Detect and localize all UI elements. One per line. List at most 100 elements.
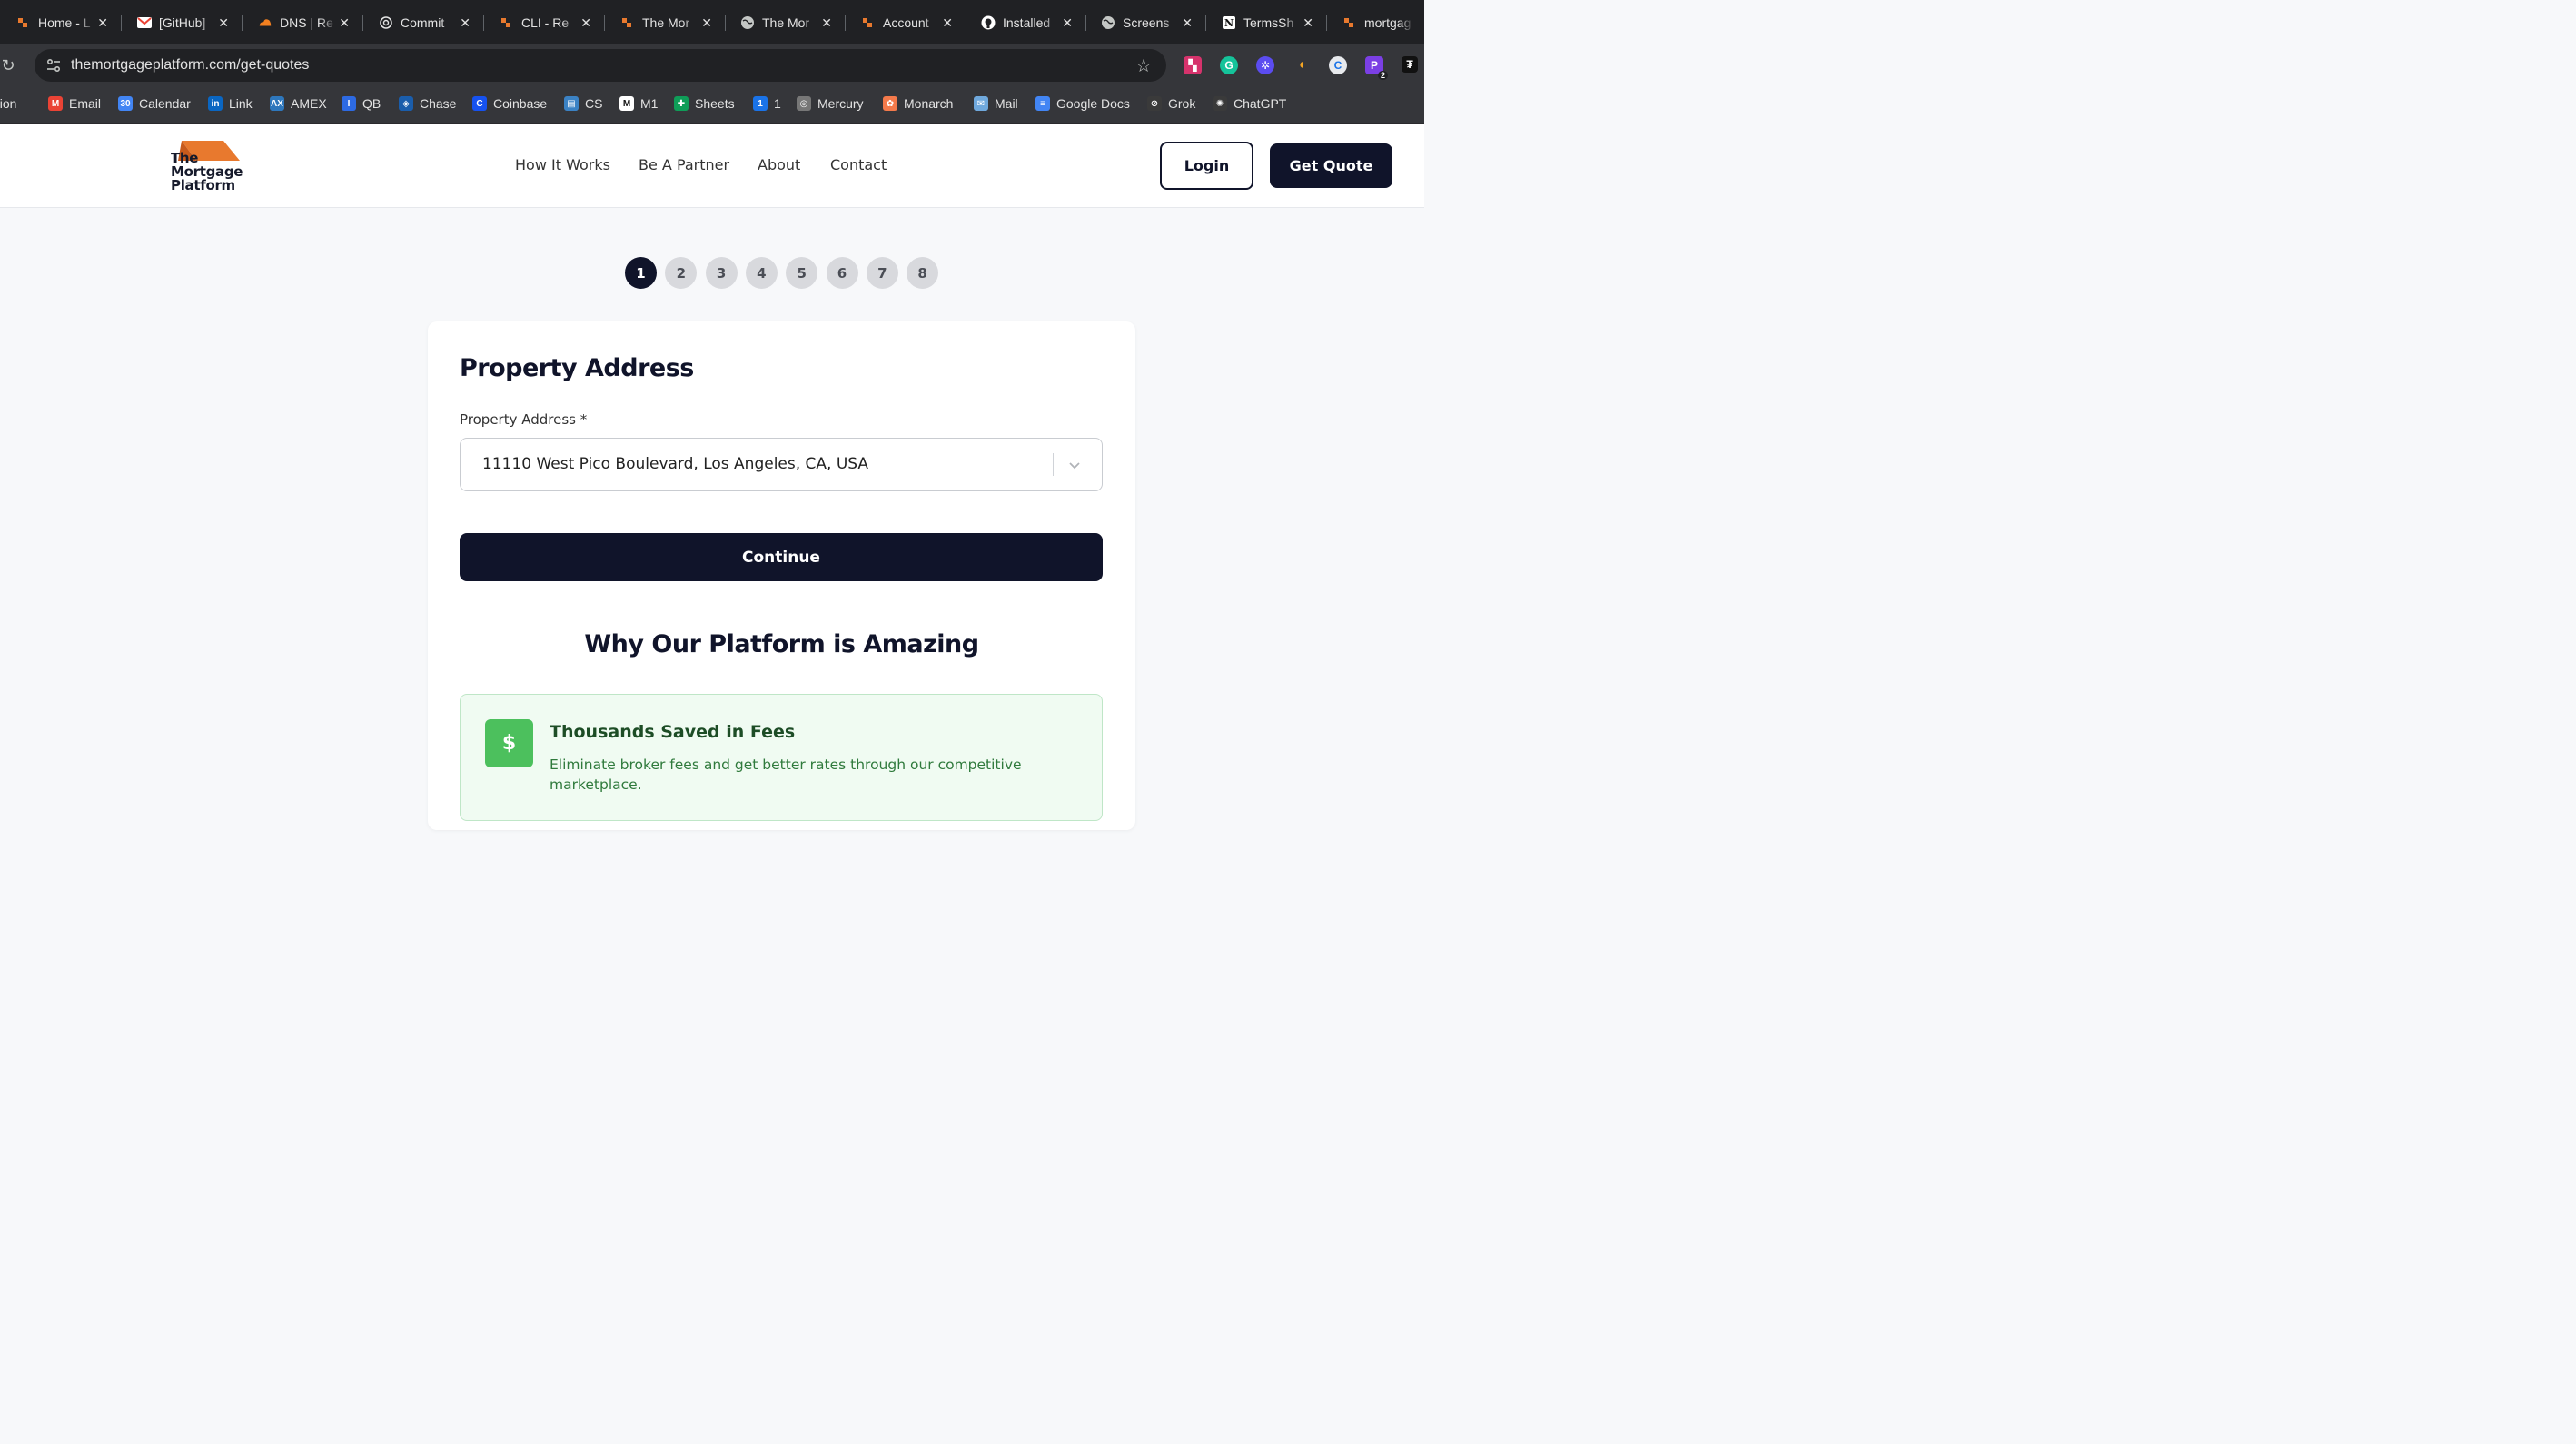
close-tab-icon[interactable]: ✕ [579, 15, 593, 31]
browser-tab[interactable]: The Mor ✕ [724, 5, 845, 40]
step-2[interactable]: 2 [665, 257, 698, 289]
nav-contact[interactable]: Contact [830, 156, 887, 173]
close-tab-icon[interactable]: ✕ [1180, 15, 1194, 31]
tab-title: The Mor [642, 15, 690, 30]
browser-tab[interactable]: Commit ✕ [362, 5, 483, 40]
nav-how-it-works[interactable]: How It Works [515, 156, 610, 173]
bookmark-grok[interactable]: ⊘ Grok [1147, 96, 1195, 111]
bookmark-calendar[interactable]: 30 Calendar [118, 96, 191, 111]
logo-line: Platform [171, 177, 235, 193]
tab-title: mortgag [1364, 15, 1412, 30]
mail-icon: ✉ [974, 96, 988, 111]
bookmark-notion[interactable]: Notion [0, 96, 16, 111]
globe-icon [740, 15, 755, 30]
chevron-down-icon[interactable] [1067, 458, 1082, 472]
address-bar[interactable]: themortgageplatform.com/get-quotes ☆ [35, 49, 1166, 82]
nav-about[interactable]: About [758, 156, 800, 173]
bookmark-label: Monarch [904, 96, 954, 111]
bookmark-amex[interactable]: AX AMEX [270, 96, 327, 111]
bookmark-mail[interactable]: ✉ Mail [974, 96, 1018, 111]
quote-form-card: Property Address Property Address * 1111… [428, 321, 1135, 830]
step-3[interactable]: 3 [705, 257, 738, 289]
mercury-icon: ◎ [797, 96, 811, 111]
linkedin-icon: in [208, 96, 223, 111]
bookmark-m1[interactable]: M M1 [619, 96, 658, 111]
site-logo[interactable]: The Mortgage Platform [169, 141, 243, 193]
extension-icon[interactable]: C [1329, 56, 1347, 74]
tab-title: Installed [1003, 15, 1051, 30]
bookmark-mercury[interactable]: ◎ Mercury [797, 96, 864, 111]
browser-tab[interactable]: N TermsSh ✕ [1205, 5, 1326, 40]
close-tab-icon[interactable]: ✕ [216, 15, 231, 31]
extension-icon[interactable]: ▚ [1184, 56, 1202, 74]
reload-icon[interactable]: ↻ [0, 56, 16, 75]
url-text[interactable]: themortgageplatform.com/get-quotes [71, 57, 309, 74]
browser-tab[interactable]: DNS | Re ✕ [242, 5, 362, 40]
bookmark-qb[interactable]: I QB [342, 96, 381, 111]
site-header: The Mortgage Platform How It Works Be A … [0, 124, 1424, 208]
close-tab-icon[interactable]: ✕ [1060, 15, 1075, 31]
bookmarks-bar: Notion M Email 30 Calendar in Link AX AMEX I QB ◈ Ch… [0, 87, 1424, 124]
orange-logo-icon [500, 15, 514, 30]
browser-tab[interactable]: CLI - Re ✕ [483, 5, 604, 40]
logo-text: The Mortgage Platform [171, 152, 243, 193]
step-6[interactable]: 6 [826, 257, 858, 289]
close-tab-icon[interactable]: ✕ [819, 15, 834, 31]
bookmark-star-icon[interactable]: ☆ [1135, 54, 1152, 77]
why-section-title: Why Our Platform is Amazing [584, 630, 979, 658]
orange-logo-icon [16, 15, 31, 30]
bookmark-sheets[interactable]: ✚ Sheets [674, 96, 735, 111]
continue-button[interactable]: Continue [460, 533, 1103, 581]
bookmark-monarch[interactable]: ✿ Monarch [883, 96, 953, 111]
bookmark-chatgpt[interactable]: ✺ ChatGPT [1213, 96, 1286, 111]
address-select[interactable]: 11110 West Pico Boulevard, Los Angeles, … [460, 438, 1103, 491]
browser-tab[interactable]: Installed ✕ [965, 5, 1085, 40]
close-tab-icon[interactable]: ✕ [699, 15, 714, 31]
bookmark-cs[interactable]: ▤ CS [564, 96, 602, 111]
grammarly-icon[interactable]: G [1220, 56, 1238, 74]
browser-tab[interactable]: [GitHub] ✕ [121, 5, 242, 40]
bookmark-coinbase[interactable]: C Coinbase [472, 96, 547, 111]
nav-be-a-partner[interactable]: Be A Partner [639, 156, 729, 173]
bookmark-label: QB [362, 96, 381, 111]
extension-badge: 2 [1377, 71, 1388, 80]
openai-icon: ✺ [1213, 96, 1227, 111]
extension-icon[interactable]: ◖ [1293, 56, 1311, 74]
bookmark-label: Coinbase [493, 96, 548, 111]
browser-tab[interactable]: Account ✕ [845, 5, 966, 40]
select-divider [1053, 453, 1054, 476]
step-7[interactable]: 7 [866, 257, 898, 289]
close-tab-icon[interactable]: ✕ [95, 15, 110, 31]
bookmark-google-docs[interactable]: ≡ Google Docs [1035, 96, 1130, 111]
bookmark-1[interactable]: 11 [753, 96, 781, 111]
browser-tab[interactable]: The Mor ✕ [604, 5, 725, 40]
bookmark-label: Mercury [817, 96, 864, 111]
close-tab-icon[interactable]: ✕ [940, 15, 955, 31]
login-button[interactable]: Login [1160, 142, 1253, 190]
bookmark-label: CS [585, 96, 603, 111]
step-4[interactable]: 4 [745, 257, 778, 289]
step-1[interactable]: 1 [625, 257, 657, 289]
site-settings-icon[interactable] [45, 57, 62, 74]
get-quote-button[interactable]: Get Quote [1270, 143, 1392, 188]
svg-text:N: N [1224, 17, 1234, 29]
close-tab-icon[interactable]: ✕ [337, 15, 352, 31]
close-tab-icon[interactable]: ✕ [1301, 15, 1315, 31]
bookmark-label: 1 [774, 96, 781, 111]
extension-icon[interactable]: P2 [1365, 56, 1388, 80]
browser-tab[interactable]: mortgag [1326, 5, 1424, 40]
extension-icon[interactable]: ₮ [1402, 56, 1418, 73]
step-8[interactable]: 8 [907, 257, 939, 289]
bookmark-chase[interactable]: ◈ Chase [399, 96, 456, 111]
qb-icon: I [342, 96, 356, 111]
browser-tab[interactable]: Home - L ✕ [0, 5, 121, 40]
browser-tab[interactable]: Screens ✕ [1085, 5, 1205, 40]
address-select-value[interactable]: 11110 West Pico Boulevard, Los Angeles, … [482, 455, 868, 473]
openai-icon [379, 15, 393, 30]
bookmark-link[interactable]: in Link [208, 96, 253, 111]
close-tab-icon[interactable]: ✕ [458, 15, 472, 31]
bookmark-email[interactable]: M Email [48, 96, 101, 111]
step-5[interactable]: 5 [786, 257, 818, 289]
extension-icon[interactable]: ✲ [1256, 56, 1274, 74]
onepassword-icon: 1 [753, 96, 768, 111]
